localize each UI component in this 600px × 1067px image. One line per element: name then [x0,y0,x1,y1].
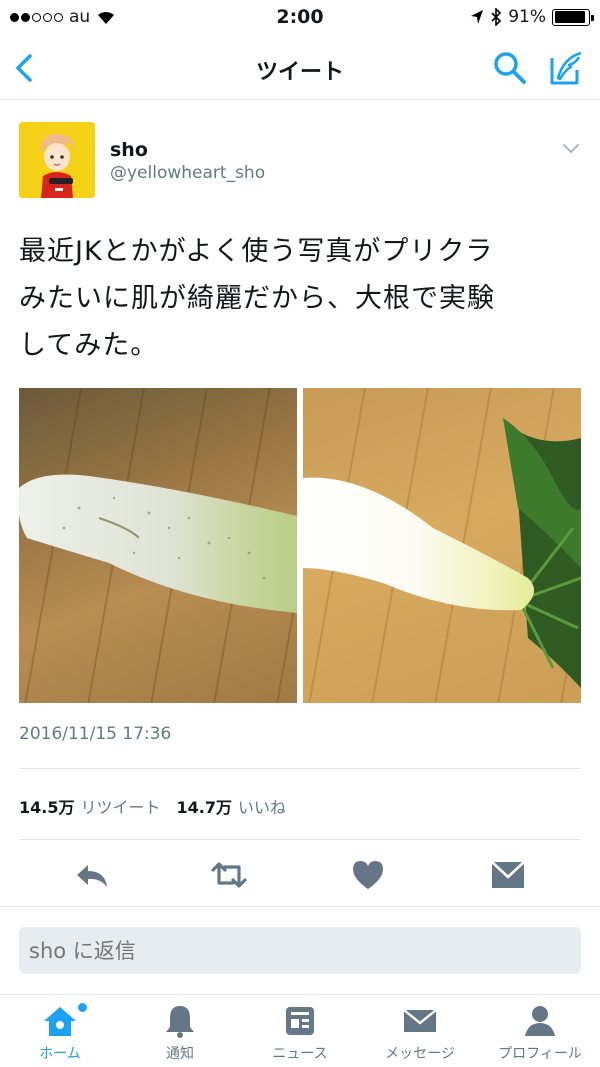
like-label[interactable]: いいね [238,794,286,818]
person-icon [525,1006,555,1036]
search-icon[interactable] [492,50,528,86]
daikon-before-image [19,474,297,613]
tweet-stats: 14.5万 リツイート 14.7万 いいね [19,794,296,818]
reply-input[interactable] [19,927,581,974]
tab-messages[interactable]: メッセージ [360,1001,480,1067]
user-name[interactable]: sho [110,139,148,161]
status-bar: au 2:00 91% [0,0,600,36]
retweet-label[interactable]: リツイート [80,794,160,818]
tab-label: プロフィール [498,1046,582,1062]
envelope-icon [403,1009,437,1032]
heart-icon[interactable] [348,855,388,895]
retweet-count[interactable]: 14.5万 [19,794,74,818]
avatar-illustration [19,122,95,198]
notification-dot [78,1003,87,1012]
tweet-text: 最近JKとかがよく使う写真がプリクラ みたいに肌が綺麗だから、大根で実験 してみ… [19,228,579,369]
status-right: 91% [470,7,594,27]
battery-level-fill [554,11,585,23]
battery-percent: 91% [508,7,546,27]
tab-bar: ホーム 通知 ニュース メッセージ プロフィール [0,994,600,1067]
tab-home[interactable]: ホーム [0,1001,120,1067]
avatar[interactable] [19,122,95,198]
battery-icon [552,8,594,26]
nav-bar: ツイート [0,36,600,100]
tab-news[interactable]: ニュース [240,1001,360,1067]
daikon-after-image [303,418,581,688]
home-icon [44,1007,76,1036]
tweet-text-line: してみた。 [19,330,159,361]
chevron-down-icon[interactable] [562,143,580,155]
tweet-timestamp: 2016/11/15 17:36 [19,724,172,744]
location-arrow-icon [471,10,484,24]
bluetooth-icon [491,8,502,26]
tab-label: ホーム [39,1046,81,1062]
divider [19,839,581,840]
retweet-icon[interactable] [209,855,249,895]
tab-label: 通知 [166,1046,194,1062]
tab-label: ニュース [272,1046,328,1062]
tab-notifications[interactable]: 通知 [120,1001,240,1067]
dm-icon[interactable] [488,855,528,895]
reply-bar [0,906,600,994]
tweet-photo-before[interactable] [19,388,297,703]
bell-icon [166,1006,194,1038]
reply-icon[interactable] [72,855,112,895]
compose-icon[interactable] [548,50,586,86]
tweet-actions [0,855,600,895]
tab-profile[interactable]: プロフィール [480,1001,600,1067]
tab-label: メッセージ [385,1046,455,1062]
divider [19,768,581,769]
user-handle[interactable]: @yellowheart_sho [110,163,265,183]
like-count[interactable]: 14.7万 [177,794,232,818]
tweet-text-line: みたいに肌が綺麗だから、大根で実験 [19,283,495,314]
tweet-photo-after[interactable] [303,388,581,703]
news-icon [286,1007,314,1035]
tweet-text-line: 最近JKとかがよく使う写真がプリクラ [19,236,494,267]
